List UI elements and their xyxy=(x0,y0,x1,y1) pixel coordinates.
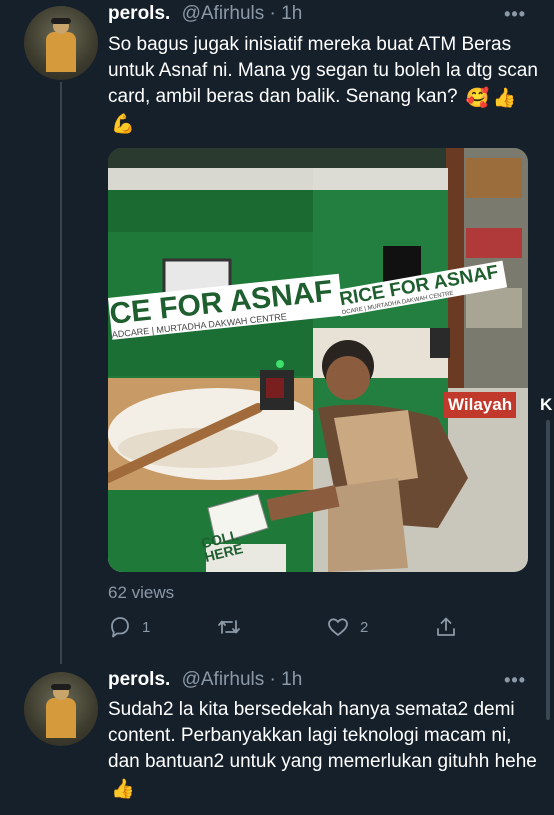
flexed-biceps-emoji: 💪 xyxy=(111,114,135,135)
avatar[interactable] xyxy=(24,6,98,80)
scrollbar[interactable] xyxy=(546,420,550,720)
thumbs-up-emoji: 👍 xyxy=(111,779,135,800)
avatar-figure-body xyxy=(46,698,76,738)
photo-scene xyxy=(108,148,528,572)
display-name[interactable]: perols. xyxy=(108,3,170,24)
watermark-overflow: K xyxy=(540,395,553,414)
thumbs-up-emoji: 👍 xyxy=(492,88,517,109)
share-icon xyxy=(437,617,455,636)
reply-button[interactable]: 1 xyxy=(108,614,150,640)
timestamp[interactable]: 1h xyxy=(281,3,302,24)
tweet-header: perols. @Afirhuls · 1h xyxy=(108,2,302,26)
avatar-figure-sunglasses xyxy=(51,684,71,690)
retweet-button[interactable] xyxy=(216,614,252,640)
tweet-text: So bagus jugak inisiatif mereka buat ATM… xyxy=(108,34,544,135)
tweet-header: perols. @Afirhuls · 1h xyxy=(108,668,302,692)
more-icon[interactable]: ••• xyxy=(504,4,526,25)
like-icon xyxy=(328,618,348,636)
reply-count: 1 xyxy=(142,618,151,636)
avatar[interactable] xyxy=(24,672,98,746)
reply-icon xyxy=(111,617,129,638)
like-button[interactable]: 2 xyxy=(326,614,368,640)
more-icon[interactable]: ••• xyxy=(504,670,526,691)
retweet-icon xyxy=(218,620,240,634)
avatar-figure-sunglasses xyxy=(51,18,71,24)
handle[interactable]: @Afirhuls · 1h xyxy=(182,3,303,24)
thread-connector-line xyxy=(60,82,62,664)
handle[interactable]: @Afirhuls · 1h xyxy=(182,669,303,690)
tweet-text: Sudah2 la kita bersedekah hanya semata2 … xyxy=(108,699,537,800)
watermark: Wilayah xyxy=(444,392,517,418)
timestamp[interactable]: 1h xyxy=(281,669,302,690)
display-name[interactable]: perols. xyxy=(108,669,170,690)
view-count[interactable]: 62 views xyxy=(108,583,174,603)
avatar-figure-body xyxy=(46,32,76,72)
share-button[interactable] xyxy=(434,614,458,640)
tweet-media-photo[interactable]: CE FOR ASNAF ADCARE | MURTADHA DAKWAH CE… xyxy=(108,148,528,572)
smiling-hearts-emoji: 🥰 xyxy=(465,88,490,109)
like-count: 2 xyxy=(360,618,369,636)
